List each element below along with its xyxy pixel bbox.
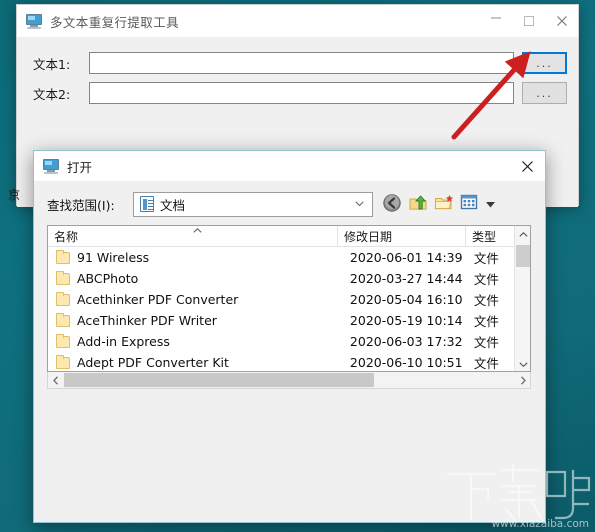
list-item-date: 2020-03-27 14:44 bbox=[349, 271, 463, 286]
back-icon[interactable] bbox=[382, 193, 402, 213]
folder-icon bbox=[56, 354, 70, 369]
main-window-partial-text: 京 bbox=[8, 188, 21, 202]
folder-icon bbox=[56, 249, 70, 264]
column-header-date[interactable]: 修改日期 bbox=[338, 226, 466, 247]
folder-icon bbox=[56, 291, 70, 306]
main-window-title: 多文本重复行提取工具 bbox=[50, 14, 180, 30]
new-folder-icon[interactable] bbox=[434, 193, 454, 213]
horizontal-scrollbar-thumb[interactable] bbox=[64, 373, 374, 387]
folder-icon bbox=[56, 333, 70, 348]
list-item-name: Add-in Express bbox=[77, 334, 170, 349]
text1-field-row: 文本1: ... bbox=[33, 52, 567, 74]
list-item[interactable]: AceThinker PDF Writer 2020-05-19 10:14 文… bbox=[48, 310, 530, 331]
dialog-titlebar[interactable]: 打开 bbox=[34, 151, 545, 181]
up-folder-icon[interactable] bbox=[408, 193, 428, 213]
text2-input[interactable] bbox=[89, 82, 514, 104]
main-window-titlebar[interactable]: 多文本重复行提取工具 bbox=[17, 5, 578, 37]
main-window-caption-buttons bbox=[479, 5, 578, 37]
scroll-up-icon[interactable] bbox=[515, 226, 530, 243]
list-item-date: 2020-05-04 16:10 bbox=[349, 292, 463, 307]
list-item-date: 2020-05-19 10:14 bbox=[349, 313, 463, 328]
list-item[interactable]: 91 Wireless 2020-06-01 14:39 文件 bbox=[48, 247, 530, 268]
text1-browse-button[interactable]: ... bbox=[522, 52, 567, 74]
text2-label: 文本2: bbox=[33, 86, 71, 102]
view-mode-icon[interactable] bbox=[460, 193, 480, 213]
close-icon[interactable] bbox=[545, 5, 578, 37]
desktop-background: 多文本重复行提取工具 文本1: ... 文本2: ... 京 打开 查找范围(I… bbox=[0, 0, 595, 532]
list-item[interactable]: ABCPhoto 2020-03-27 14:44 文件 bbox=[48, 268, 530, 289]
list-item-name: Acethinker PDF Converter bbox=[77, 292, 239, 307]
list-item-date: 2020-06-01 14:39 bbox=[349, 250, 463, 265]
horizontal-scrollbar[interactable] bbox=[47, 372, 531, 389]
list-item-name: ABCPhoto bbox=[77, 271, 139, 286]
list-item-date: 2020-06-03 17:32 bbox=[349, 334, 463, 349]
dialog-body: 查找范围(I): 文档 名称 修改日期 类型 91 Wireless 2020-… bbox=[34, 181, 545, 522]
file-list[interactable]: 名称 修改日期 类型 91 Wireless 2020-06-01 14:39 … bbox=[47, 225, 531, 372]
file-list-rows: 91 Wireless 2020-06-01 14:39 文件 ABCPhoto… bbox=[48, 247, 530, 371]
vertical-scrollbar[interactable] bbox=[514, 226, 530, 371]
scroll-left-icon[interactable] bbox=[48, 372, 63, 388]
vertical-scrollbar-thumb[interactable] bbox=[516, 245, 530, 267]
text1-label: 文本1: bbox=[33, 56, 71, 72]
document-icon bbox=[140, 196, 154, 212]
minimize-icon[interactable] bbox=[479, 5, 512, 37]
column-header-name-label: 名称 bbox=[54, 230, 79, 244]
dialog-title: 打开 bbox=[67, 159, 93, 175]
lookin-value: 文档 bbox=[160, 197, 186, 213]
maximize-icon[interactable] bbox=[512, 5, 545, 37]
open-file-dialog: 打开 查找范围(I): 文档 名称 修改日期 类型 91 Wireless 20… bbox=[33, 150, 546, 523]
column-header-type-label: 类型 bbox=[472, 230, 497, 244]
list-item-name: 91 Wireless bbox=[77, 250, 150, 265]
sort-ascending-icon bbox=[193, 228, 202, 233]
dialog-close-icon[interactable] bbox=[509, 151, 545, 181]
text2-field-row: 文本2: ... bbox=[33, 82, 567, 104]
lookin-combobox[interactable]: 文档 bbox=[133, 191, 373, 217]
list-item[interactable]: Add-in Express 2020-06-03 17:32 文件 bbox=[48, 331, 530, 352]
scroll-right-icon[interactable] bbox=[515, 372, 530, 388]
folder-icon bbox=[56, 270, 70, 285]
list-item[interactable]: Acethinker PDF Converter 2020-05-04 16:1… bbox=[48, 289, 530, 310]
list-item-name: AceThinker PDF Writer bbox=[77, 313, 217, 328]
text1-input[interactable] bbox=[89, 52, 514, 74]
file-list-header: 名称 修改日期 类型 bbox=[48, 226, 530, 247]
text2-browse-button[interactable]: ... bbox=[522, 82, 567, 104]
column-header-name[interactable]: 名称 bbox=[48, 226, 338, 247]
chevron-down-icon bbox=[355, 201, 364, 207]
list-item-name: Adept PDF Converter Kit bbox=[77, 355, 229, 370]
folder-icon bbox=[56, 312, 70, 327]
list-item[interactable]: Adept PDF Converter Kit 2020-06-10 10:51… bbox=[48, 352, 530, 371]
column-header-date-label: 修改日期 bbox=[344, 230, 393, 244]
scroll-down-icon[interactable] bbox=[515, 356, 530, 371]
list-item-date: 2020-06-10 10:51 bbox=[349, 355, 463, 370]
view-dropdown-icon[interactable] bbox=[486, 193, 496, 213]
lookin-label: 查找范围(I): bbox=[47, 197, 115, 213]
monitor-icon bbox=[42, 158, 60, 174]
monitor-icon bbox=[25, 13, 43, 29]
dialog-toolbar bbox=[382, 193, 496, 213]
